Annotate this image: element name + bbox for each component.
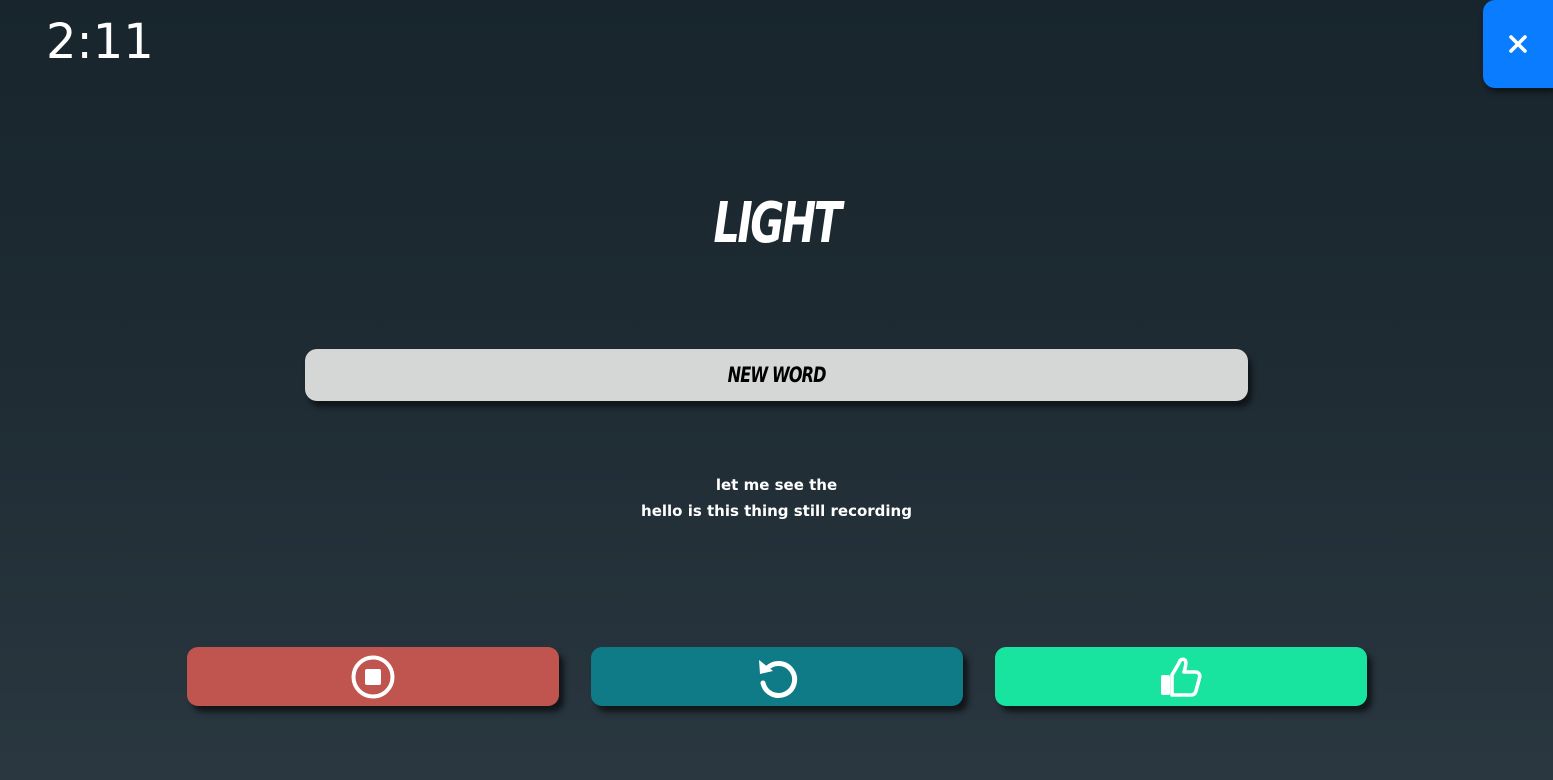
new-word-button[interactable]: NEW WORD (305, 349, 1248, 401)
close-icon (1508, 34, 1528, 54)
accept-button[interactable] (995, 647, 1367, 706)
undo-icon (753, 653, 801, 701)
transcript: let me see the hello is this thing still… (0, 472, 1553, 524)
thumbs-up-icon (1157, 653, 1205, 701)
transcript-line: let me see the (715, 476, 838, 494)
close-button[interactable] (1483, 0, 1553, 88)
stop-button[interactable] (187, 647, 559, 706)
transcript-line: hello is this thing still recording (641, 502, 912, 520)
stop-circle-icon (350, 654, 396, 700)
new-word-label: NEW WORD (727, 363, 826, 387)
current-word: LIGHT (713, 191, 842, 256)
timer-display: 2:11 (46, 14, 154, 70)
retry-button[interactable] (591, 647, 963, 706)
